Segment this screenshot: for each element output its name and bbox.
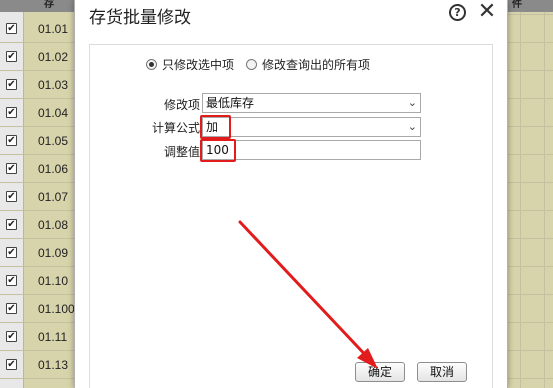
arrow-shaft <box>238 220 374 364</box>
annotation-arrow <box>238 220 378 369</box>
